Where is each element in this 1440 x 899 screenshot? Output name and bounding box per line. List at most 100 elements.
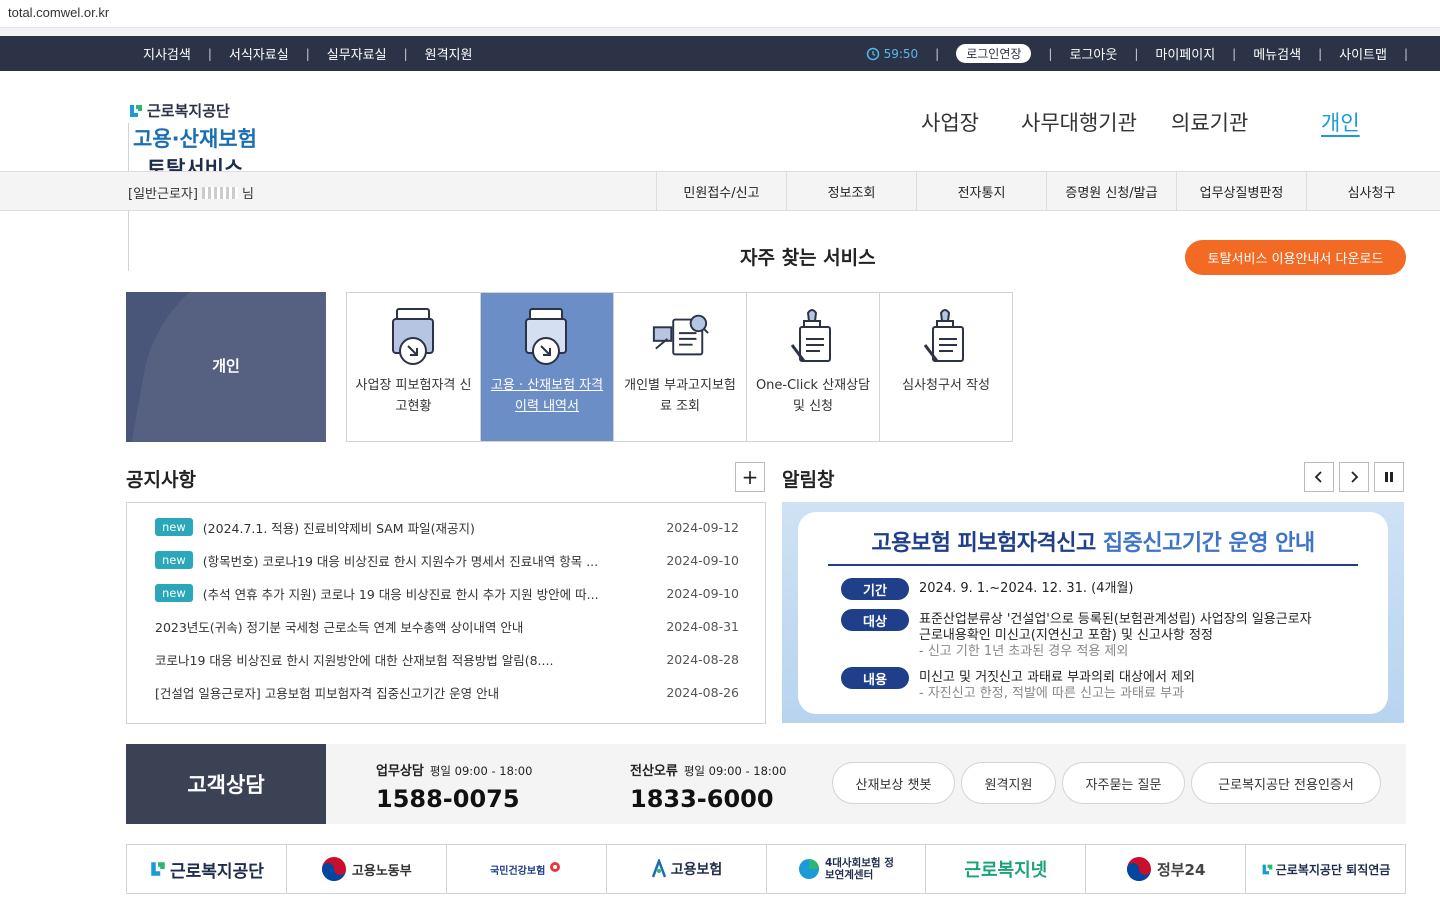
link-label: 근로복지공단 bbox=[170, 861, 264, 882]
sub-navigation: [일반근로자] 님 민원접수/신고 정보조회 전자통지 증명원 신청/발급 업무… bbox=[0, 171, 1440, 211]
notice-row[interactable]: 코로나19 대응 비상진료 한시 지원방안에 대한 산재보험 적용방법 알림(8… bbox=[155, 648, 745, 670]
notice-title: 공지사항 bbox=[126, 469, 196, 491]
service-tile[interactable]: 개인별 부과고지보험료 조회 bbox=[613, 293, 746, 441]
submenu-occupational-disease[interactable]: 업무상질병판정 bbox=[1176, 172, 1306, 210]
link-gov24[interactable]: 정부24 bbox=[1085, 845, 1245, 893]
banner-row-note: - 자진신고 한정, 적발에 따른 신고는 과태료 부과 bbox=[919, 686, 1184, 701]
submenu-certificate[interactable]: 증명원 신청/발급 bbox=[1046, 172, 1176, 210]
nav-agency[interactable]: 사무대행기관 bbox=[1021, 107, 1137, 137]
banner-row-text: 표준산업분류상 '건설업'으로 등록된(보험관계성립) 사업장의 일용근로자 bbox=[919, 612, 1312, 627]
banner-row-period: 기간 2024. 9. 1.~2024. 12. 31. (4개월) bbox=[841, 578, 1133, 600]
link-branch-search[interactable]: 지사검색 bbox=[143, 44, 191, 63]
link-ministry-labor[interactable]: 고용노동부 bbox=[285, 845, 446, 893]
banner-card: 고용보험 피보험자격신고 집중신고기간 운영 안내 기간 2024. 9. 1.… bbox=[798, 512, 1388, 714]
stamp-document-icon bbox=[783, 303, 843, 369]
submenu-review-request[interactable]: 심사청구 bbox=[1306, 172, 1436, 210]
chatbot-button[interactable]: 산재보상 챗봇 bbox=[832, 762, 955, 804]
link-label: 4대사회보험 정보연계센터 bbox=[824, 857, 894, 881]
link-retirement-pension[interactable]: 근로복지공단 퇴직연금 bbox=[1245, 845, 1405, 893]
service-tile-selected[interactable]: 고용 · 산재보험 자격 이력 내역서 bbox=[480, 293, 613, 441]
prev-button[interactable] bbox=[1304, 462, 1334, 492]
masked-user-name bbox=[201, 186, 238, 199]
notice-row-date: 2024-08-28 bbox=[666, 651, 739, 667]
link-welfare-net[interactable]: 근로복지넷 bbox=[925, 845, 1085, 893]
swirl-logo-icon bbox=[798, 859, 819, 879]
link-menu-search[interactable]: 메뉴검색 bbox=[1253, 44, 1301, 63]
separator: | bbox=[1318, 46, 1323, 61]
link-mypage[interactable]: 마이페이지 bbox=[1155, 44, 1215, 63]
chevron-left-icon bbox=[1314, 471, 1322, 483]
banner-heading-main: 고용보험 피보험자격신고 bbox=[871, 531, 1096, 556]
comwel-logo-icon bbox=[151, 862, 165, 876]
notice-row[interactable]: new (추석 연휴 추가 지원) 코로나 19 대응 비상진료 한시 추가 지… bbox=[155, 582, 745, 604]
notice-list: new (2024.7.1. 적용) 진료비약제비 SAM 파일(재공지) 20… bbox=[126, 502, 766, 724]
notice-row[interactable]: 2023년도(귀속) 정기분 국세청 근로소득 연계 보수총액 상이내역 안내 … bbox=[155, 615, 745, 637]
url-text: total.comwel.or.kr bbox=[8, 5, 110, 20]
link-remote-support[interactable]: 원격지원 bbox=[425, 44, 473, 63]
link-nhis[interactable]: 국민건강보험 bbox=[445, 845, 606, 893]
link-comwel[interactable]: 근로복지공단 bbox=[127, 845, 286, 893]
link-4-insurance[interactable]: 4대사회보험 정보연계센터 bbox=[765, 845, 926, 893]
user-type: [일반근로자] bbox=[128, 187, 198, 202]
guide-download-button[interactable]: 토탈서비스 이용안내서 다운로드 bbox=[1185, 240, 1406, 275]
link-label: 국민건강보험 bbox=[490, 865, 546, 877]
timer-value: 59:50 bbox=[883, 46, 919, 61]
service-tile[interactable]: 심사청구서 작성 bbox=[879, 293, 1012, 441]
link-logout[interactable]: 로그아웃 bbox=[1069, 44, 1117, 63]
alert-banner[interactable]: 고용보험 피보험자격신고 집중신고기간 운영 안내 기간 2024. 9. 1.… bbox=[782, 502, 1404, 723]
nav-business[interactable]: 사업장 bbox=[921, 107, 979, 137]
it-error-hours: 평일 09:00 - 18:00 bbox=[683, 764, 787, 778]
notice-row-date: 2024-09-12 bbox=[666, 519, 739, 535]
site-header: 근로복지공단 고용·산재보험 토탈서비스 사업장 사무대행기관 의료기관 개인 bbox=[0, 71, 1440, 271]
link-label: 고용보험 bbox=[670, 862, 723, 878]
notice-more-button[interactable]: + bbox=[735, 462, 765, 492]
browser-url-bar[interactable]: total.comwel.or.kr bbox=[0, 0, 1440, 28]
service-name-blue: 고용·산재보험 bbox=[133, 127, 257, 151]
notice-row-date: 2024-08-26 bbox=[666, 684, 739, 700]
pause-button[interactable] bbox=[1374, 462, 1404, 492]
notice-row[interactable]: new (항목번호) 코로나19 대응 비상진료 한시 지원수가 명세서 진료내… bbox=[155, 549, 745, 571]
submenu-e-notice[interactable]: 전자통지 bbox=[916, 172, 1046, 210]
link-form-library[interactable]: 서식자료실 bbox=[229, 44, 289, 63]
notice-row-title: 2023년도(귀속) 정기분 국세청 근로소득 연계 보수총액 상이내역 안내 bbox=[155, 619, 524, 635]
banner-row-text: 2024. 9. 1.~2024. 12. 31. (4개월) bbox=[919, 581, 1134, 596]
next-button[interactable] bbox=[1339, 462, 1369, 492]
separator: | bbox=[1232, 46, 1237, 61]
service-tile[interactable]: 사업장 피보험자격 신고현황 bbox=[347, 293, 480, 441]
link-label: 근로복지넷 bbox=[964, 860, 1048, 881]
banner-heading: 고용보험 피보험자격신고 집중신고기간 운영 안내 bbox=[798, 525, 1388, 557]
submenu-civil-complaint[interactable]: 민원접수/신고 bbox=[656, 172, 786, 210]
business-consult-phone[interactable]: 1588-0075 bbox=[376, 785, 532, 813]
banner-pill: 대상 bbox=[841, 609, 909, 631]
link-sitemap[interactable]: 사이트맵 bbox=[1339, 44, 1387, 63]
notice-row-date: 2024-09-10 bbox=[666, 552, 739, 568]
remote-support-button[interactable]: 원격지원 bbox=[961, 762, 1056, 804]
browser-gap bbox=[0, 28, 1440, 36]
document-down-icon bbox=[384, 303, 444, 369]
services-title: 자주 찾는 서비스 bbox=[740, 247, 876, 269]
login-extend-button[interactable]: 로그인연장 bbox=[956, 44, 1032, 63]
session-timer: 59:50 bbox=[866, 46, 919, 61]
service-label: 고용 · 산재보험 자격 이력 내역서 bbox=[490, 378, 604, 414]
submenu-info-inquiry[interactable]: 정보조회 bbox=[786, 172, 916, 210]
nav-medical[interactable]: 의료기관 bbox=[1171, 107, 1248, 137]
business-consult-label: 업무상담 bbox=[376, 764, 424, 779]
search-document-icon bbox=[650, 303, 710, 369]
taegeuk-icon bbox=[321, 857, 346, 881]
link-employment-insurance[interactable]: 고용보험 bbox=[605, 845, 766, 893]
faq-button[interactable]: 자주묻는 질문 bbox=[1062, 762, 1185, 804]
service-label: 심사청구서 작성 bbox=[902, 378, 990, 393]
banner-pill: 기간 bbox=[841, 578, 909, 600]
notice-row-title: [건설업 일용근로자] 고용보험 피보험자격 집중신고기간 운영 안내 bbox=[155, 685, 500, 701]
nav-personal[interactable]: 개인 bbox=[1321, 107, 1360, 137]
notice-row[interactable]: new (2024.7.1. 적용) 진료비약제비 SAM 파일(재공지) 20… bbox=[155, 516, 745, 538]
it-error-label: 전산오류 bbox=[630, 764, 678, 779]
link-practice-library[interactable]: 실무자료실 bbox=[327, 44, 387, 63]
it-error-phone[interactable]: 1833-6000 bbox=[630, 785, 786, 813]
notice-row[interactable]: [건설업 일용근로자] 고용보험 피보험자격 집중신고기간 운영 안내 2024… bbox=[155, 681, 745, 703]
certificate-button[interactable]: 근로복지공단 전용인증서 bbox=[1191, 762, 1381, 804]
notice-row-date: 2024-08-31 bbox=[666, 618, 739, 634]
service-tile[interactable]: One-Click 산재상담 및 신청 bbox=[746, 293, 879, 441]
separator: | bbox=[1134, 46, 1139, 61]
location-pin-icon bbox=[550, 862, 561, 872]
